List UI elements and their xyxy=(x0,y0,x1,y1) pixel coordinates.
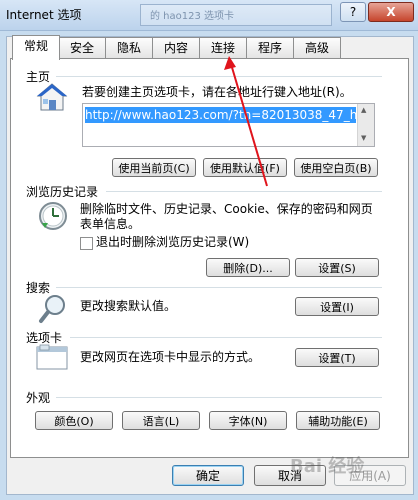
search-separator xyxy=(56,287,382,288)
tab-privacy[interactable]: 隐私 xyxy=(105,37,153,58)
history-description-line2: 表单信息。 xyxy=(80,217,141,231)
use-default-button[interactable]: 使用默认值(F) xyxy=(203,158,287,177)
tabs-settings-button[interactable]: 设置(T) xyxy=(295,348,379,367)
search-description: 更改搜索默认值。 xyxy=(80,299,177,313)
languages-button[interactable]: 语言(L) xyxy=(122,411,200,430)
tab-connections[interactable]: 连接 xyxy=(199,37,247,58)
history-separator xyxy=(106,191,382,192)
delete-history-button[interactable]: 删除(D)... xyxy=(206,258,290,277)
tabbed-window-icon xyxy=(36,344,68,373)
fonts-button[interactable]: 字体(N) xyxy=(209,411,287,430)
ok-button[interactable]: 确定 xyxy=(172,465,244,486)
background-window-title: 的 hao123 选项卡 xyxy=(150,11,235,22)
tabs-separator xyxy=(70,337,382,338)
close-button[interactable]: X xyxy=(368,2,414,22)
clock-icon xyxy=(38,201,68,234)
scroll-up-icon[interactable]: ▲ xyxy=(361,106,366,114)
appearance-separator xyxy=(56,397,382,398)
window-title: Internet 选项 xyxy=(6,8,82,22)
tab-content[interactable]: 内容 xyxy=(152,37,200,58)
use-current-button[interactable]: 使用当前页(C) xyxy=(112,158,196,177)
homepage-url-input[interactable]: http://www.hao123.com/?tn=82013038_47_ha… xyxy=(82,103,375,147)
tabs-description: 更改网页在选项卡中显示的方式。 xyxy=(80,350,261,364)
colors-button[interactable]: 颜色(O) xyxy=(35,411,113,430)
homepage-description: 若要创建主页选项卡，请在各地址行键入地址(R)。 xyxy=(82,85,352,99)
appearance-section-label: 外观 xyxy=(26,391,51,405)
use-blank-button[interactable]: 使用空白页(B) xyxy=(294,158,378,177)
house-icon xyxy=(36,82,68,115)
delete-on-exit-checkbox[interactable] xyxy=(80,237,93,250)
homepage-url-text: http://www.hao123.com/?tn=82013038_47_ha… xyxy=(85,107,356,123)
tab-programs[interactable]: 程序 xyxy=(246,37,294,58)
history-section-label: 浏览历史记录 xyxy=(26,185,99,199)
history-description-line1: 删除临时文件、历史记录、Cookie、保存的密码和网页 xyxy=(80,202,373,216)
history-settings-button[interactable]: 设置(S) xyxy=(295,258,379,277)
help-button[interactable]: ? xyxy=(340,2,366,22)
scroll-down-icon[interactable]: ▼ xyxy=(361,134,366,142)
homepage-separator xyxy=(56,76,382,77)
url-scrollbar[interactable]: ▲ ▼ xyxy=(357,104,374,146)
baidu-watermark: Bai 经验 xyxy=(290,456,365,477)
delete-on-exit-label: 退出时删除浏览历史记录(W) xyxy=(96,235,250,249)
tab-security[interactable]: 安全 xyxy=(58,37,106,58)
search-icon xyxy=(38,294,70,327)
tab-advanced[interactable]: 高级 xyxy=(293,37,341,58)
accessibility-button[interactable]: 辅助功能(E) xyxy=(296,411,380,430)
search-settings-button[interactable]: 设置(I) xyxy=(295,297,379,316)
tab-general[interactable]: 常规 xyxy=(12,35,60,60)
